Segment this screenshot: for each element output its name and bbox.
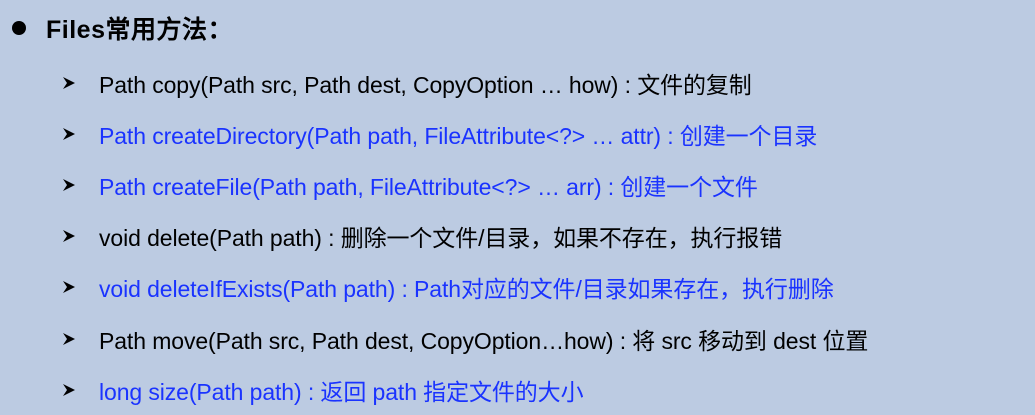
list-item: Path createFile(Path path, FileAttribute…: [62, 159, 1022, 210]
arrow-bullet-icon: [63, 383, 75, 396]
arrow-bullet-icon: [63, 332, 75, 345]
list-item-text: long size(Path path) : 返回 path 指定文件的大小: [99, 378, 584, 405]
arrow-bullet-icon: [63, 281, 75, 294]
list-item-text: Path move(Path src, Path dest, CopyOptio…: [99, 327, 869, 354]
arrow-bullet-icon: [63, 127, 75, 140]
list-item-text: void delete(Path path) : 删除一个文件/目录，如果不存在…: [99, 225, 783, 252]
arrow-bullet-icon: [63, 76, 75, 89]
slide: Files常用方法： Path copy(Path src, Path dest…: [0, 0, 1035, 412]
list-item-text: Path createFile(Path path, FileAttribute…: [99, 173, 758, 200]
heading-title: Files常用方法：: [46, 16, 233, 44]
list-item: long size(Path path) : 返回 path 指定文件的大小: [62, 364, 1022, 415]
list-item: Path move(Path src, Path dest, CopyOptio…: [62, 313, 1022, 364]
list-item-text: Path copy(Path src, Path dest, CopyOptio…: [99, 71, 752, 98]
list-item: Path createDirectory(Path path, FileAttr…: [62, 108, 1022, 159]
list-item: void delete(Path path) : 删除一个文件/目录，如果不存在…: [62, 211, 1022, 262]
list-item-text: Path createDirectory(Path path, FileAttr…: [99, 122, 818, 149]
section-heading: Files常用方法：: [12, 6, 233, 50]
list-item: Path copy(Path src, Path dest, CopyOptio…: [62, 57, 1022, 108]
list-item: void deleteIfExists(Path path) : Path对应的…: [62, 262, 1022, 313]
round-bullet-icon: [12, 21, 26, 35]
arrow-bullet-icon: [63, 178, 75, 191]
method-list: Path copy(Path src, Path dest, CopyOptio…: [62, 57, 1022, 415]
arrow-bullet-icon: [63, 230, 75, 243]
list-item-text: void deleteIfExists(Path path) : Path对应的…: [99, 276, 834, 303]
